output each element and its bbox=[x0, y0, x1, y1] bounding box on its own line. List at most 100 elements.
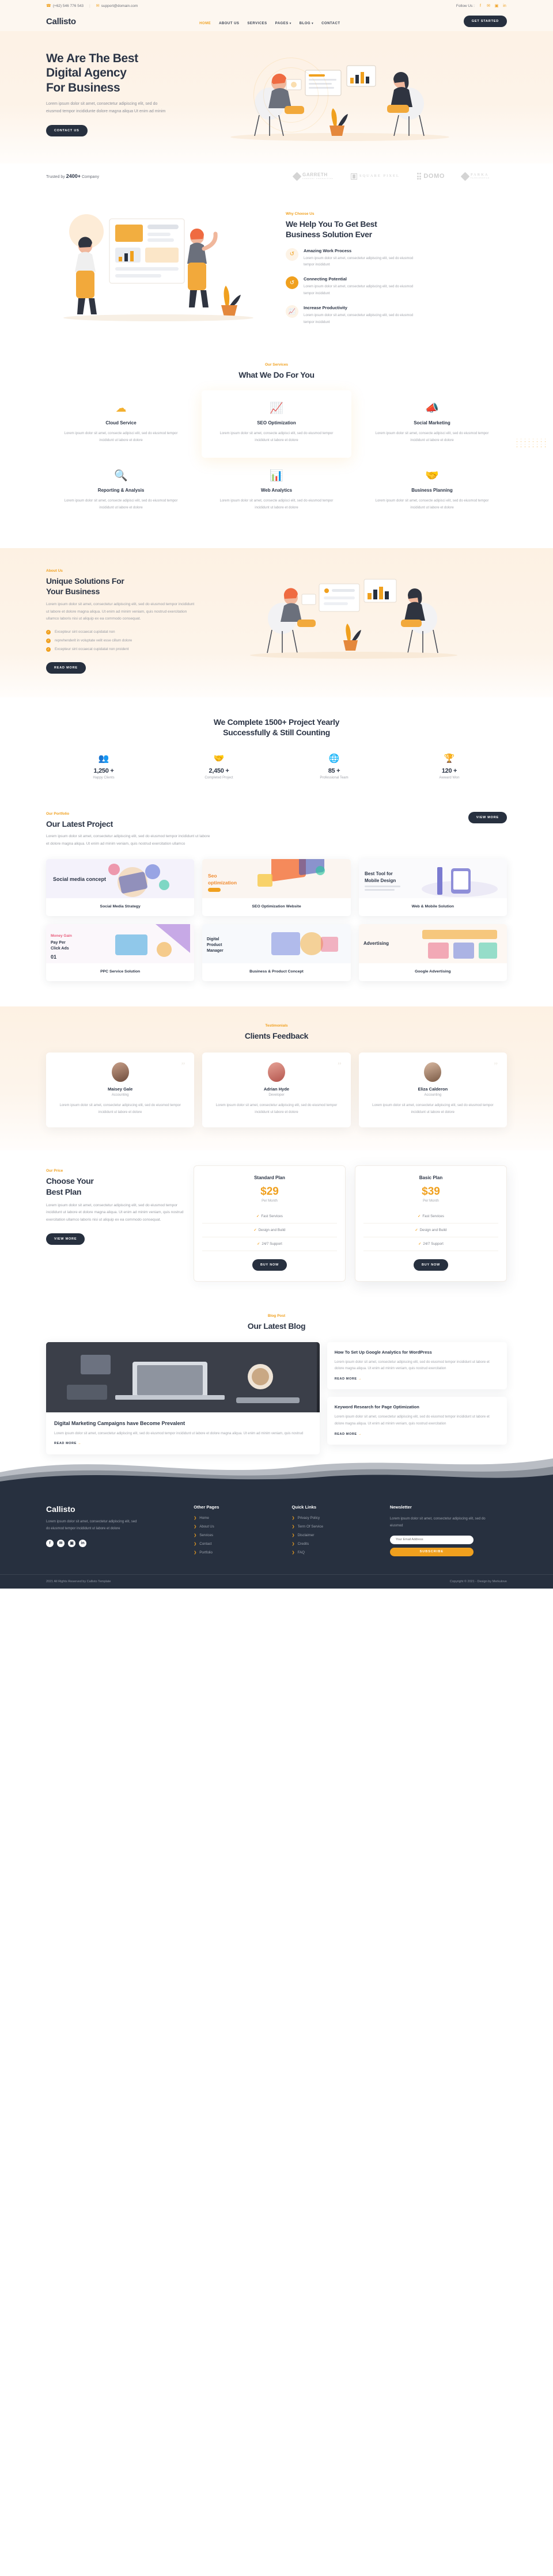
envelope-icon: ✉ bbox=[96, 4, 100, 8]
trophy-icon: 🏆 bbox=[444, 753, 455, 763]
instagram-icon[interactable]: ▣ bbox=[68, 1539, 75, 1547]
services-eyebrow: Our Services bbox=[264, 363, 289, 367]
portfolio-title: Our Latest Project bbox=[46, 819, 113, 829]
twitter-icon[interactable]: ✉ bbox=[57, 1539, 65, 1547]
blog-main-card[interactable]: Digital Marketing Campaigns have Become … bbox=[46, 1342, 320, 1455]
about-illustration-svg bbox=[250, 579, 457, 659]
nav-item-contact[interactable]: CONTACT bbox=[321, 22, 340, 25]
blog-main-title: Digital Marketing Campaigns have Become … bbox=[54, 1420, 185, 1426]
nav-item-pages[interactable]: PAGES ▾ bbox=[275, 22, 291, 25]
linkedin-icon[interactable]: in bbox=[79, 1539, 86, 1547]
footer-about-text: Lorem ipsum dolor sit amet, consectetur … bbox=[46, 1520, 137, 1531]
pricing-eyebrow: Our Price bbox=[46, 1169, 63, 1173]
portfolio-card[interactable]: Best Tool for Mobile Design Web & Mobile … bbox=[358, 859, 507, 917]
plan-buy-now-button[interactable]: BUY NOW bbox=[413, 1259, 449, 1271]
footer-link-disclaimer[interactable]: ❯ Disclaimer bbox=[292, 1533, 382, 1537]
cloud-icon: ☁ bbox=[115, 402, 127, 415]
quote-icon: ” bbox=[181, 1061, 185, 1071]
counter-label: Professional Team bbox=[320, 776, 349, 780]
why-eyebrow: Why Choose Us bbox=[286, 212, 315, 216]
check-icon: ✓ bbox=[46, 638, 51, 643]
feature-text: Lorem ipsum dolor sit amet, consectetur … bbox=[304, 285, 414, 295]
copyright-left: 2021 All Rights Reserved by Callisto Tem… bbox=[46, 1580, 111, 1584]
testimonial-text: Lorem ipsum dolor sit amet, consectetur … bbox=[372, 1104, 494, 1115]
blog-read-more-link[interactable]: READ MORE → bbox=[54, 1442, 312, 1445]
footer-col-title: Other Pages bbox=[194, 1504, 219, 1510]
footer-link-services[interactable]: ❯ Services bbox=[194, 1533, 283, 1537]
footer-link-credits[interactable]: ❯ Credits bbox=[292, 1542, 382, 1546]
phone-number: (+62) 546 776 543 bbox=[52, 3, 84, 8]
nav-item-services[interactable]: SERVICES bbox=[247, 22, 267, 25]
footer-link-portfolio[interactable]: ❯ Portfolio bbox=[194, 1551, 283, 1555]
service-card-social-marketing[interactable]: 📣 Social Marketing Lorem ipsum dolor sit… bbox=[357, 390, 507, 458]
footer-link-faq[interactable]: ❯ FAQ bbox=[292, 1551, 382, 1555]
footer-copyright-bar: 2021 All Rights Reserved by Callisto Tem… bbox=[0, 1574, 553, 1589]
footer-link-term-of-service[interactable]: ❯ Term Of Service bbox=[292, 1525, 382, 1529]
testimonials-eyebrow: Testimonials bbox=[265, 1024, 288, 1028]
footer-link-contact[interactable]: ❯ Contact bbox=[194, 1542, 283, 1546]
site-logo[interactable]: Callisto bbox=[46, 17, 76, 26]
blog-eyebrow: Blog Post bbox=[267, 1314, 286, 1319]
svg-text:Manager: Manager bbox=[207, 949, 224, 953]
plan-feature: ✓ Design and Build bbox=[202, 1224, 337, 1238]
service-title: Social Marketing bbox=[414, 420, 450, 426]
main-navigation: Callisto HOME ABOUT US SERVICES PAGES ▾ B… bbox=[0, 12, 553, 31]
nav-item-about-us[interactable]: ABOUT US bbox=[219, 22, 239, 25]
blog-read-more-link[interactable]: READ MORE → bbox=[335, 1377, 499, 1381]
service-card-seo-optimization[interactable]: 📈 SEO Optimization Lorem ipsum dolor sit… bbox=[202, 390, 351, 458]
pricing-view-more-button[interactable]: VIEW MORE bbox=[46, 1233, 85, 1245]
check-icon: ✓ bbox=[46, 629, 51, 634]
avatar bbox=[111, 1062, 129, 1082]
instagram-icon[interactable]: ▣ bbox=[494, 3, 499, 8]
testimonial-role: Accounting bbox=[111, 1093, 129, 1097]
avatar bbox=[424, 1062, 442, 1082]
service-card-web-analytics[interactable]: 📊 Web Analytics Lorem ipsum dolor sit am… bbox=[202, 458, 351, 525]
nav-item-blog[interactable]: BLOG ▾ bbox=[300, 22, 313, 25]
newsletter-subscribe-button[interactable]: SUBSCRIBE bbox=[389, 1547, 474, 1556]
blog-side-card[interactable]: Keyword Research for Page Optimization L… bbox=[327, 1397, 507, 1445]
chevron-right-icon: ❯ bbox=[194, 1542, 197, 1547]
blog-side-title: How To Set Up Google Analytics for WordP… bbox=[334, 1349, 432, 1355]
footer-link-home[interactable]: ❯ Home bbox=[194, 1516, 283, 1520]
linkedin-icon[interactable]: in bbox=[502, 4, 507, 8]
counter-professional-team: 🌐 85 + Professional Team bbox=[276, 754, 392, 780]
arrow-right-icon: → bbox=[78, 1442, 82, 1446]
bullet-item: ✓ Excepteur sint occaecat cupidatat non p… bbox=[46, 647, 129, 652]
service-text: Lorem ipsum dolor sit amet, consecte adi… bbox=[64, 432, 178, 443]
plan-buy-now-button[interactable]: BUY NOW bbox=[252, 1259, 287, 1271]
footer-link-privacy-policy[interactable]: ❯ Privacy Policy bbox=[292, 1516, 382, 1520]
facebook-icon[interactable]: f bbox=[46, 1539, 54, 1547]
portfolio-card[interactable]: Social media concept Social Media Strate… bbox=[46, 859, 195, 917]
why-feature-item: 📈 Increase Productivity Lorem ipsum dolo… bbox=[286, 305, 507, 326]
blog-read-more-link[interactable]: READ MORE → bbox=[335, 1433, 499, 1436]
service-card-business-planning[interactable]: 🤝 Business Planning Lorem ipsum dolor si… bbox=[357, 458, 507, 525]
why-feature-item: ↺ Amazing Work Process Lorem ipsum dolor… bbox=[286, 248, 507, 269]
newsletter-email-input[interactable] bbox=[389, 1535, 474, 1544]
portfolio-card[interactable]: Digital Product Manager Business & Product… bbox=[202, 924, 351, 982]
service-title: Cloud Service bbox=[105, 420, 137, 426]
portfolio-view-more-button[interactable]: VIEW MORE bbox=[468, 811, 507, 823]
counter-completed-project: 🤝 2,450 + Completed Project bbox=[161, 754, 276, 780]
phone-contact[interactable]: ☎ (+62) 546 776 543 bbox=[46, 3, 84, 9]
services-section: Our Services What We Do For You ☁ Cloud … bbox=[0, 352, 553, 549]
nav-item-home[interactable]: HOME bbox=[199, 22, 211, 25]
footer-link-about-us[interactable]: ❯ About Us bbox=[194, 1525, 283, 1529]
facebook-icon[interactable]: f bbox=[478, 4, 483, 8]
service-text: Lorem ipsum dolor sit amet, consecte adi… bbox=[64, 499, 178, 510]
portfolio-card[interactable]: Money Gain Pay Per Click Ads 01 PPC Service… bbox=[46, 924, 195, 982]
feature-title: Increase Productivity bbox=[304, 305, 347, 311]
arrow-right-icon: → bbox=[358, 1432, 362, 1436]
twitter-icon[interactable]: ✉ bbox=[486, 3, 491, 8]
hero-contact-button[interactable]: CONTACT US bbox=[46, 125, 88, 137]
service-card-cloud-service[interactable]: ☁ Cloud Service Lorem ipsum dolor sit am… bbox=[46, 390, 196, 458]
svg-text:Click Ads: Click Ads bbox=[51, 947, 69, 951]
chevron-right-icon: ❯ bbox=[291, 1542, 295, 1547]
blog-side-card[interactable]: How To Set Up Google Analytics for WordP… bbox=[327, 1342, 507, 1390]
get-started-button[interactable]: GET STARTED bbox=[463, 16, 507, 27]
portfolio-card[interactable]: Seo optimization SEO Optimization Website bbox=[202, 859, 351, 917]
portfolio-card[interactable]: Advertising Google Advertising bbox=[358, 924, 507, 982]
email-contact[interactable]: ✉ support@domain.com bbox=[96, 3, 138, 9]
about-read-more-button[interactable]: READ MORE bbox=[46, 662, 86, 674]
pricing-title: Choose Your Best Plan bbox=[46, 1176, 94, 1196]
service-card-reporting-analysis[interactable]: 🔍 Reporting & Analysis Lorem ipsum dolor… bbox=[46, 458, 196, 525]
